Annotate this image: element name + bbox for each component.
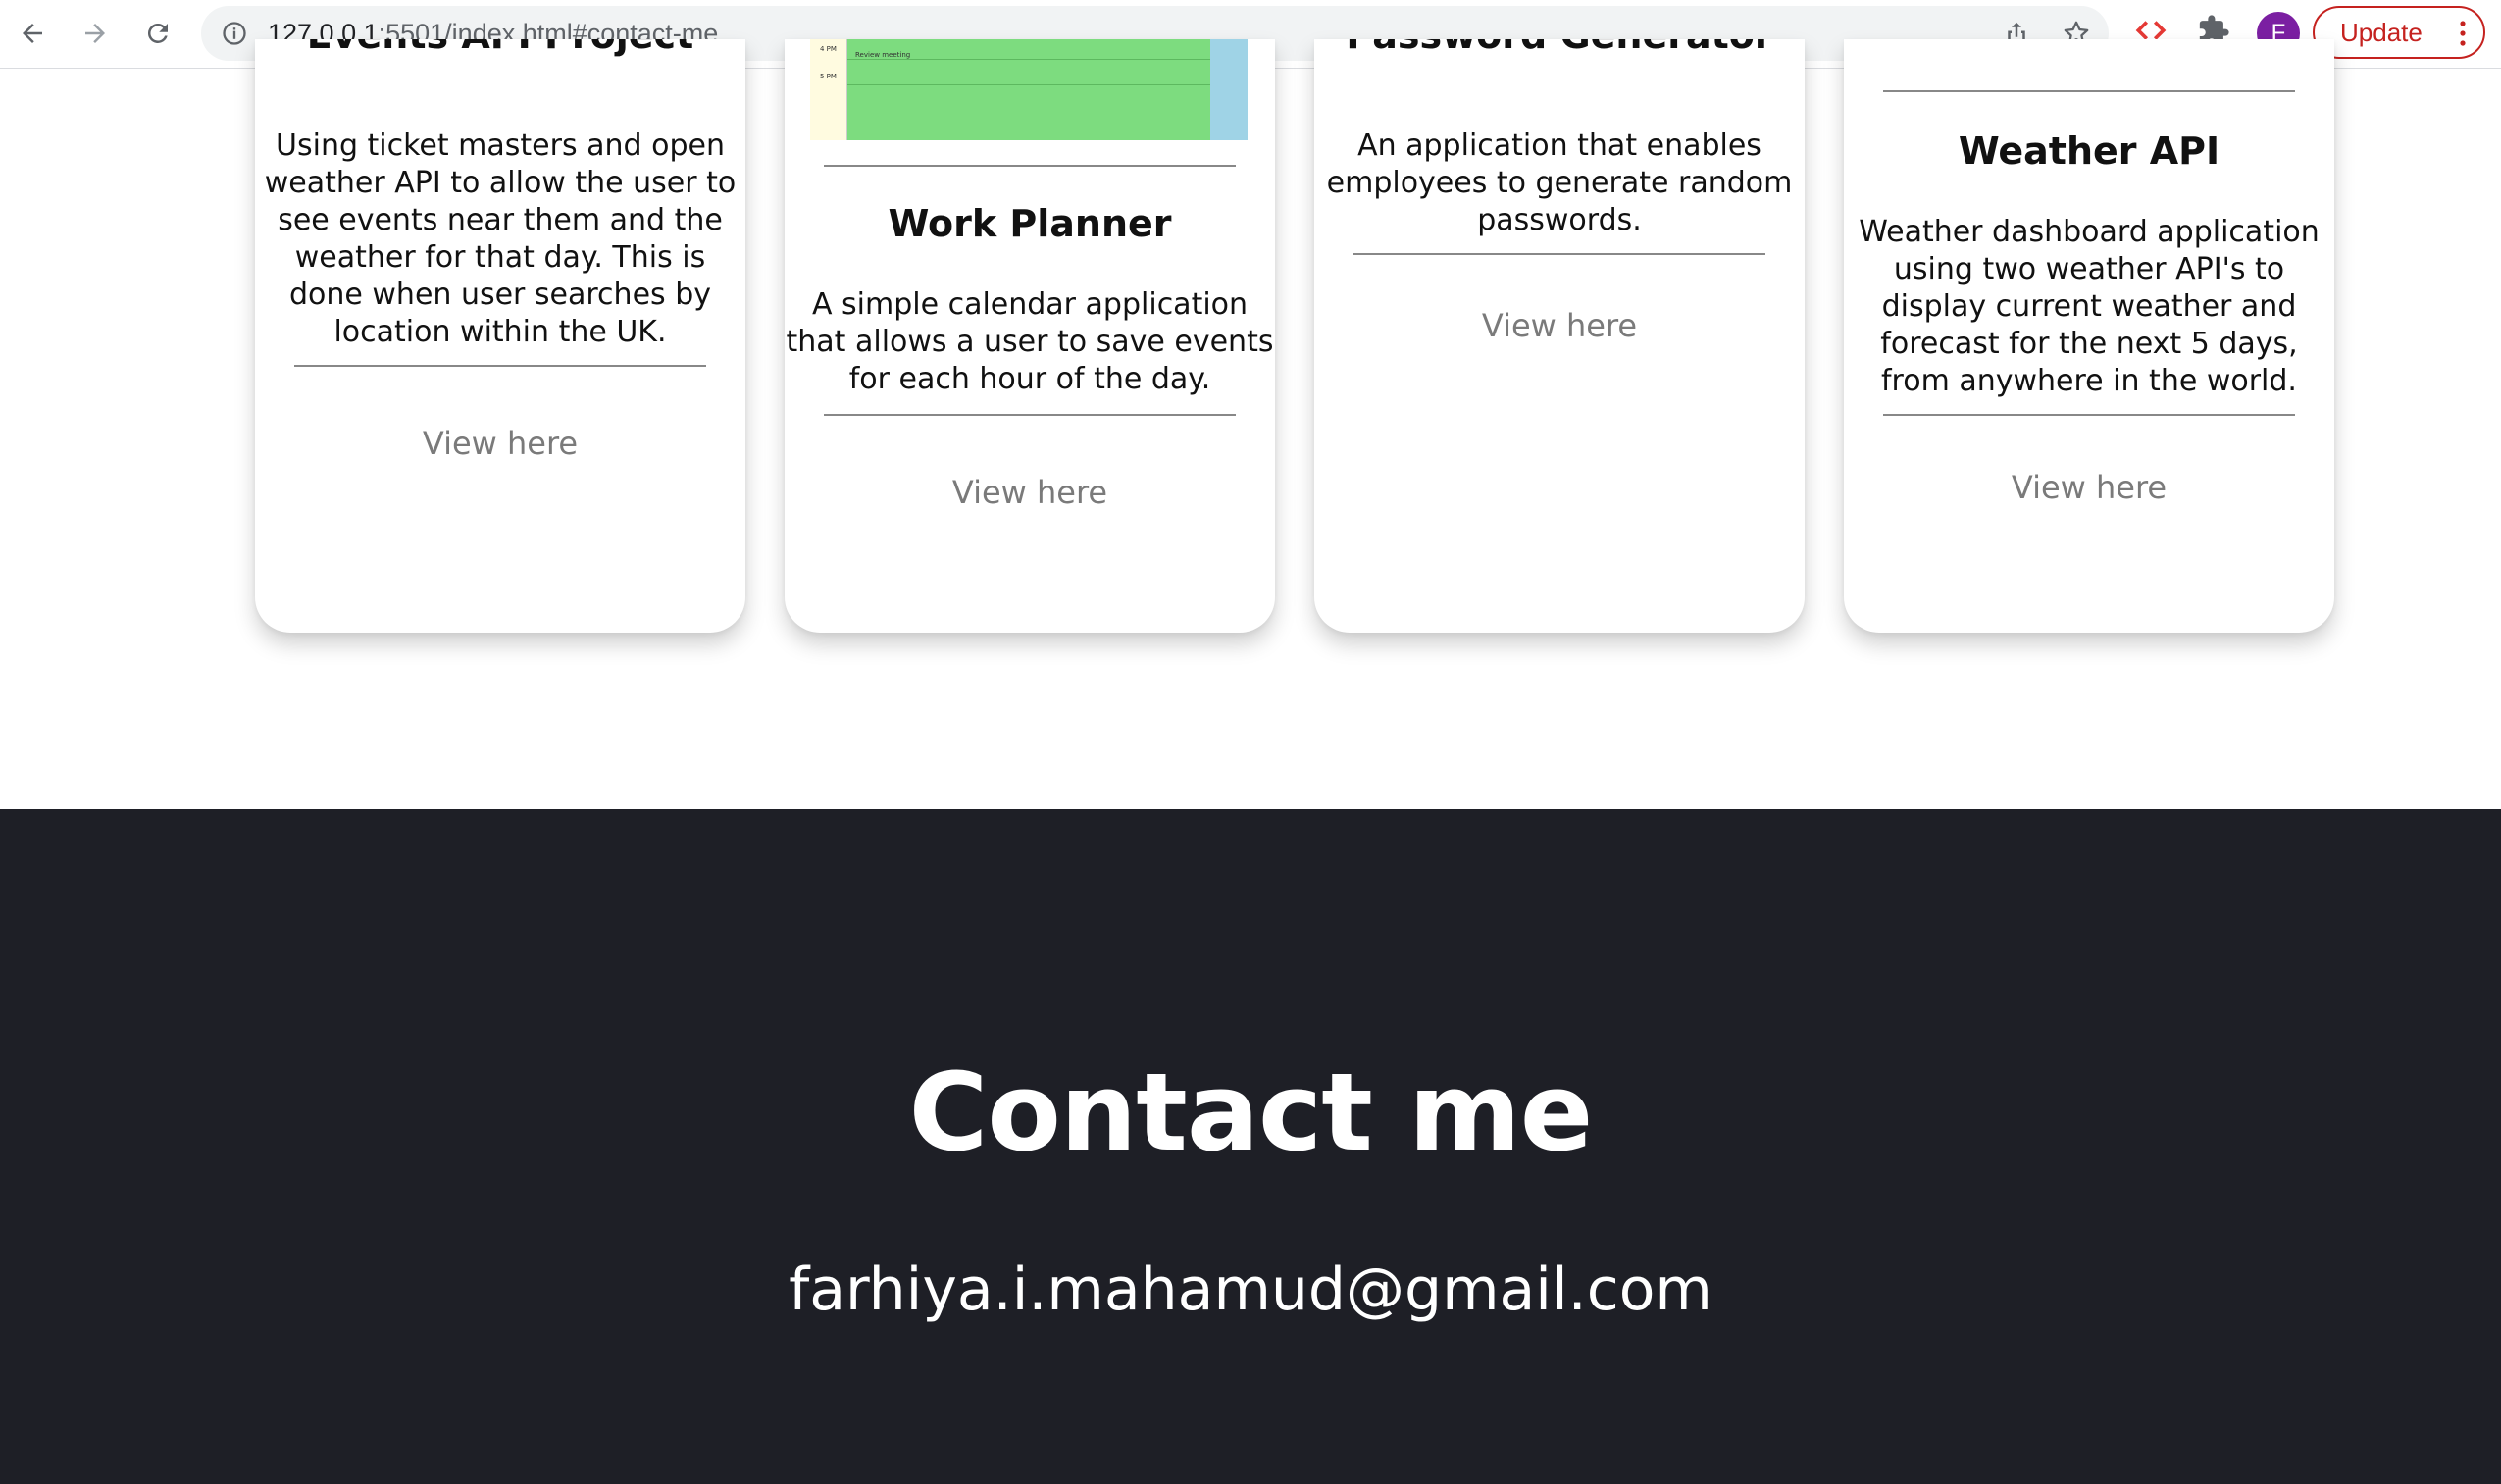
reload-button[interactable] — [135, 11, 180, 56]
card-title: Password Generator — [1314, 39, 1805, 57]
card-title: Work Planner — [888, 202, 1172, 245]
thumb-row-divider — [847, 84, 1210, 85]
thumb-hour-column — [810, 39, 847, 140]
contact-email[interactable]: farhiya.i.mahamud@gmail.com — [0, 1255, 2501, 1324]
work-planner-screenshot: 4 PM Review meeting 5 PM — [810, 39, 1248, 140]
card-title: Events API Project — [255, 39, 745, 57]
card-description: A simple calendar application that allow… — [786, 287, 1274, 396]
thumb-event-label: Review meeting — [855, 51, 911, 59]
card-divider — [1353, 253, 1765, 255]
project-card-weather-api: Weather API Weather dashboard applicatio… — [1844, 39, 2334, 633]
card-description: An application that enables employees to… — [1326, 128, 1793, 237]
contact-section: Contact me farhiya.i.mahamud@gmail.com — [0, 809, 2501, 1484]
thumb-hour-label: 4 PM — [820, 45, 837, 53]
forward-button[interactable] — [73, 11, 118, 56]
thumb-hour-label: 5 PM — [820, 73, 837, 80]
card-description: Using ticket masters and open weather AP… — [264, 128, 737, 349]
card-divider — [1883, 414, 2295, 416]
back-icon — [23, 24, 42, 43]
project-card-events: Events API Project Using ticket masters … — [255, 39, 745, 633]
thumb-save-column — [1210, 39, 1248, 140]
view-here-link[interactable]: View here — [1314, 307, 1805, 344]
info-icon[interactable] — [221, 20, 248, 47]
thumb-row-divider — [847, 59, 1210, 60]
more-vert-icon — [2460, 21, 2466, 46]
view-here-link[interactable]: View here — [1844, 469, 2334, 506]
back-button[interactable] — [10, 11, 55, 56]
view-here-link[interactable]: View here — [785, 474, 1275, 511]
project-card-password-generator: Password Generator An application that e… — [1314, 39, 1805, 633]
card-title: Weather API — [1958, 129, 2220, 173]
card-divider — [824, 414, 1236, 416]
update-button[interactable]: Update — [2313, 6, 2485, 59]
view-here-link[interactable]: View here — [255, 425, 745, 462]
card-divider — [294, 365, 706, 367]
reload-icon — [147, 23, 168, 43]
card-description: Weather dashboard application using two … — [1859, 215, 2320, 398]
card-divider — [1883, 90, 2295, 92]
card-divider — [824, 165, 1236, 167]
project-card-work-planner: 4 PM Review meeting 5 PM Work Planner A … — [785, 39, 1275, 633]
update-label: Update — [2340, 17, 2423, 47]
forward-icon — [85, 24, 105, 43]
contact-title: Contact me — [908, 1049, 1594, 1175]
